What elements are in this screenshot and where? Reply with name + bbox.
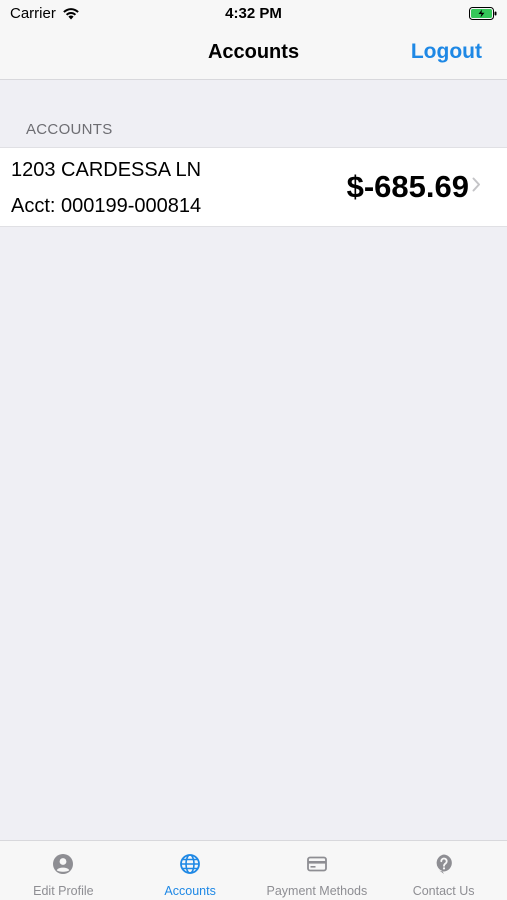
battery-icon	[469, 7, 497, 25]
tab-edit-profile[interactable]: Edit Profile	[0, 841, 127, 900]
tab-label: Edit Profile	[33, 884, 94, 898]
tab-label: Contact Us	[412, 884, 475, 898]
globe-icon	[180, 854, 201, 874]
credit-card-icon	[306, 856, 327, 872]
question-bubble-icon	[436, 854, 452, 874]
person-icon	[53, 854, 74, 874]
tab-payment-methods[interactable]: Payment Methods	[254, 841, 381, 900]
tab-accounts[interactable]: Accounts	[127, 841, 254, 900]
section-header: ACCOUNTS	[26, 121, 113, 138]
account-balance: $-685.69	[346, 169, 469, 204]
tab-contact-us[interactable]: Contact Us	[380, 841, 507, 900]
logout-button[interactable]: Logout	[411, 40, 482, 64]
tab-label: Accounts	[164, 884, 216, 898]
chevron-right-icon	[472, 177, 480, 192]
navigation-bar: Accounts Logout	[0, 28, 507, 80]
account-number: Acct: 000199-000814	[11, 195, 202, 217]
tab-label: Payment Methods	[266, 884, 368, 898]
status-time: 4:32 PM	[225, 5, 282, 22]
account-address: 1203 CARDESSA LN	[11, 159, 202, 181]
status-bar: Carrier 4:32 PM	[0, 0, 507, 28]
tab-bar: Edit Profile Accounts Payment Methods Co…	[0, 840, 507, 900]
account-row[interactable]: 1203 CARDESSA LN Acct: 000199-000814 $-6…	[0, 147, 507, 227]
